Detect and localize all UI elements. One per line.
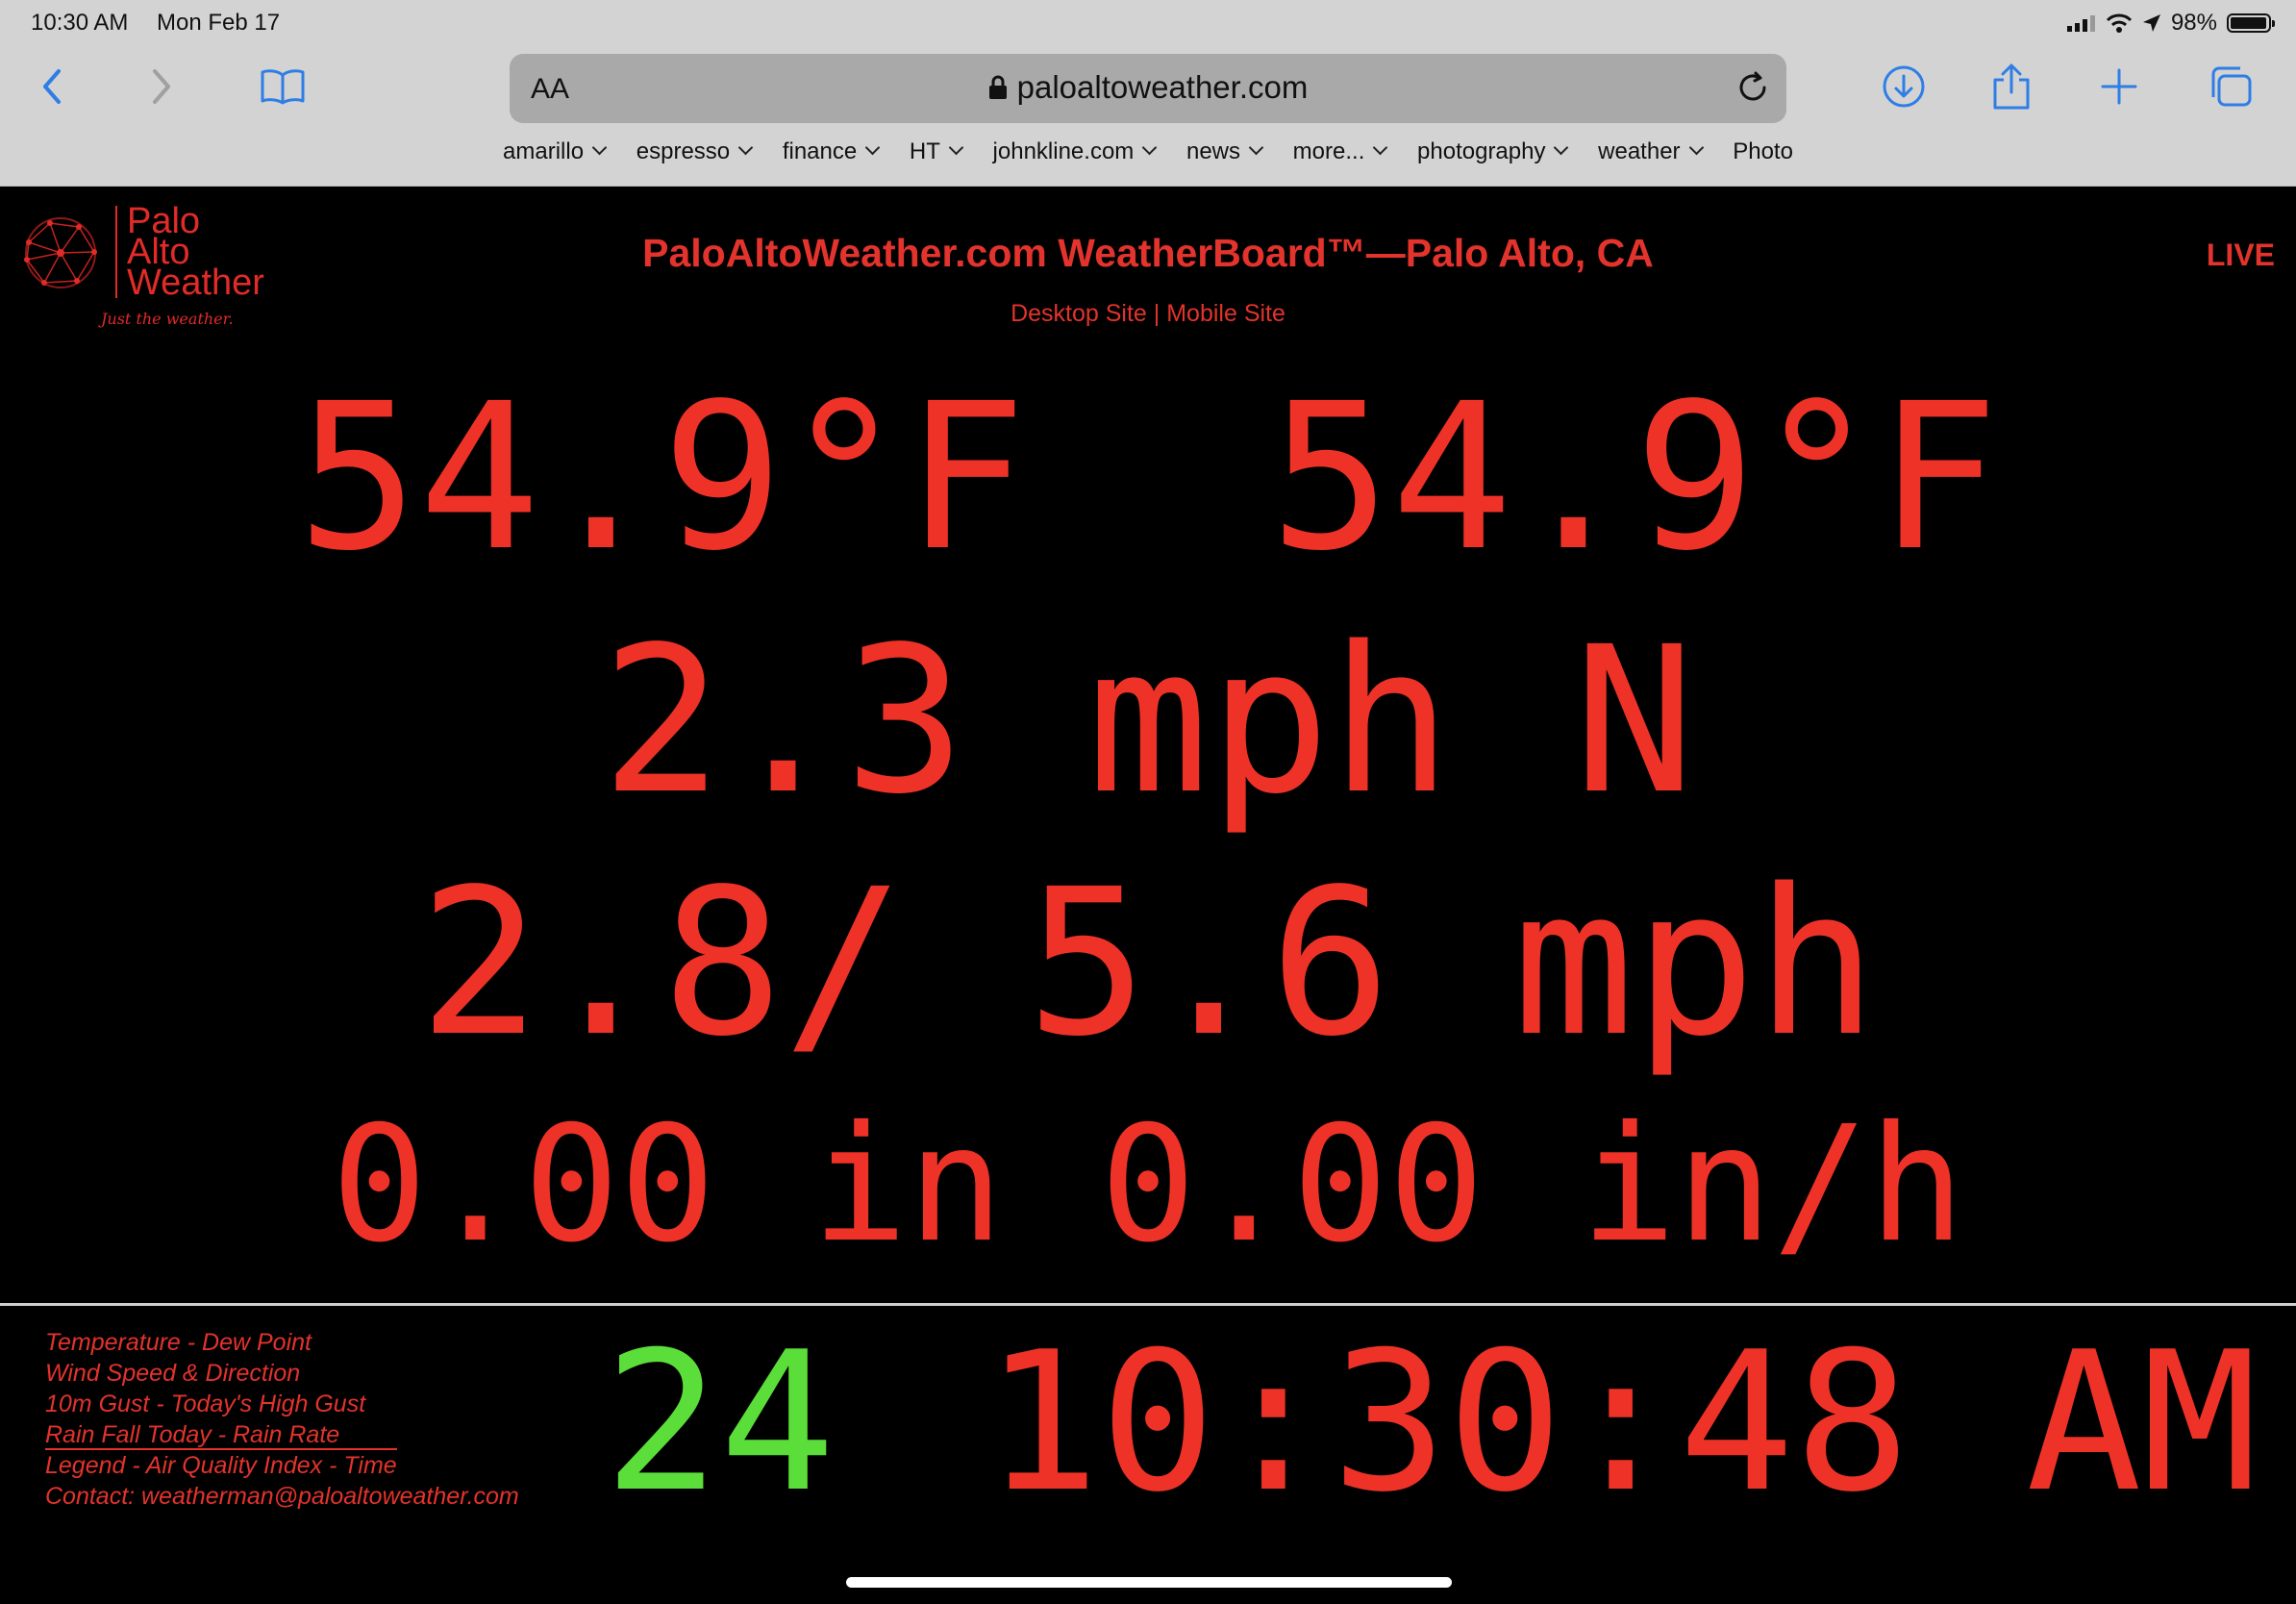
site-switch-links: Desktop Site | Mobile Site [0, 300, 2296, 328]
rainfall-reading: 0.00 in 0.00 in/h [331, 1092, 1965, 1278]
download-icon [1883, 65, 1925, 108]
favorites-bar: amarillo espresso finance HT johnkline.c… [0, 138, 2296, 173]
forward-button[interactable] [135, 60, 188, 113]
chevron-down-icon [1373, 139, 1388, 156]
cellular-signal-icon [2066, 15, 2095, 32]
favorite-finance[interactable]: finance [783, 138, 881, 165]
favorite-news[interactable]: news [1186, 138, 1264, 165]
desktop-site-link[interactable]: Desktop Site [1011, 300, 1147, 327]
status-indicators: 98% [2066, 8, 2275, 38]
legend: Temperature - Dew Point Wind Speed & Dir… [45, 1327, 519, 1512]
wind-gust-reading: 2.8/ 5.6 mph [418, 845, 1878, 1081]
browser-chrome: 10:30 AM Mon Feb 17 98% AA paloaltoweath… [0, 0, 2296, 187]
chevron-down-icon [864, 139, 881, 156]
chevron-down-icon [1142, 139, 1158, 156]
reload-icon[interactable] [1734, 69, 1771, 106]
favorite-more[interactable]: more... [1293, 138, 1388, 165]
chevron-down-icon [1688, 139, 1704, 156]
favorite-espresso[interactable]: espresso [636, 138, 754, 165]
location-arrow-icon [2142, 14, 2160, 32]
favorite-ht[interactable]: HT [910, 138, 964, 165]
air-quality-index: 24 [604, 1311, 836, 1535]
legend-item: Temperature - Dew Point [45, 1329, 312, 1356]
legend-item: 10m Gust - Today's High Gust [45, 1391, 366, 1417]
share-button[interactable] [1984, 60, 2038, 113]
book-icon [261, 69, 305, 105]
battery-icon [2227, 13, 2275, 33]
share-icon [1993, 63, 2030, 110]
page-title: PaloAltoWeather.com WeatherBoard™—Palo A… [642, 231, 1654, 275]
link-separator: | [1146, 300, 1167, 327]
live-indicator: LIVE [2206, 238, 2275, 272]
url-display[interactable]: paloaltoweather.com [510, 69, 1786, 106]
mobile-site-link[interactable]: Mobile Site [1166, 300, 1285, 327]
legend-item: Rain Fall Today - Rain Rate [45, 1419, 519, 1450]
plus-icon [2101, 68, 2137, 105]
new-tab-button[interactable] [2092, 60, 2146, 113]
favorite-amarillo[interactable]: amarillo [503, 138, 608, 165]
address-bar[interactable]: AA paloaltoweather.com [510, 54, 1786, 123]
favorite-photo[interactable]: Photo [1733, 138, 1793, 165]
chevron-right-icon [153, 69, 170, 104]
contact-link[interactable]: Contact: weatherman@paloaltoweather.com [45, 1481, 519, 1512]
wind-speed-direction-reading: 2.3 mph N [601, 603, 1695, 839]
status-date: Mon Feb 17 [157, 10, 281, 36]
legend-item: Wind Speed & Direction [45, 1360, 301, 1387]
lock-icon [988, 75, 1007, 99]
home-indicator[interactable] [846, 1577, 1452, 1588]
wifi-icon [2106, 13, 2133, 33]
downloads-button[interactable] [1877, 60, 1931, 113]
favorite-johnkline[interactable]: johnkline.com [993, 138, 1158, 165]
favorite-weather[interactable]: weather [1598, 138, 1704, 165]
current-time: 10:30:48 AM [984, 1311, 2258, 1535]
legend-item: Legend - Air Quality Index - Time [45, 1452, 397, 1479]
chevron-down-icon [737, 139, 754, 156]
tabs-overview-button[interactable] [2204, 60, 2258, 113]
chevron-down-icon [1248, 139, 1264, 156]
chevron-left-icon [43, 69, 61, 104]
temperature-dewpoint-reading: 54.9°F 54.9°F [296, 360, 2000, 595]
bookmarks-button[interactable] [256, 60, 310, 113]
back-button[interactable] [25, 60, 79, 113]
chevron-down-icon [1554, 139, 1569, 156]
divider [0, 1303, 2296, 1306]
battery-percent: 98% [2170, 10, 2217, 36]
status-time: 10:30 AM [31, 10, 129, 36]
chevron-down-icon [948, 139, 964, 156]
url-text: paloaltoweather.com [1016, 69, 1309, 105]
tabs-icon [2211, 66, 2252, 107]
favorite-photography[interactable]: photography [1417, 138, 1569, 165]
chevron-down-icon [591, 139, 608, 156]
